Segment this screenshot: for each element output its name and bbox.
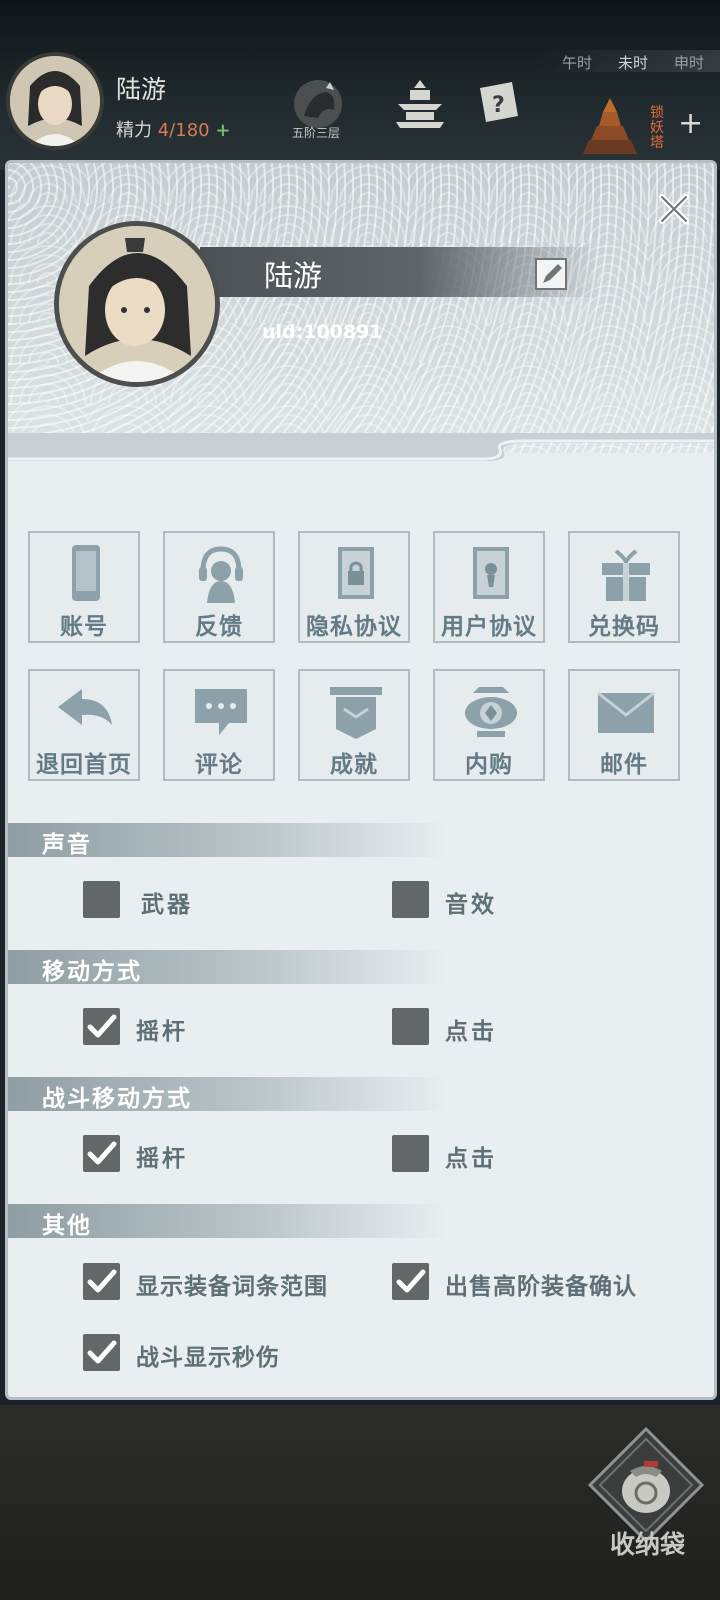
privacy-policy-button[interactable]: 隐私协议 <box>298 531 410 643</box>
checkmark-icon <box>87 1014 117 1038</box>
other-section-title: 其他 <box>42 1213 92 1239</box>
profile-name: 陆游 <box>264 259 323 293</box>
move-section-title: 移动方式 <box>42 959 142 985</box>
user-agreement-label: 用户协议 <box>441 614 537 640</box>
time-label-next: 申时 <box>674 54 705 72</box>
realm-label: 五阶三层 <box>292 126 341 140</box>
mail-button[interactable]: 邮件 <box>568 669 680 781</box>
achievement-button[interactable]: 成就 <box>298 669 410 781</box>
header-wave-divider <box>8 433 714 461</box>
sell-confirm-label: 出售高阶装备确认 <box>445 1274 637 1300</box>
tap-move-checkbox[interactable] <box>392 1008 429 1045</box>
checkmark-icon <box>87 1340 117 1364</box>
energy-add-button[interactable]: + <box>215 120 230 141</box>
comment-button[interactable]: 评论 <box>163 669 275 781</box>
time-label-noon: 午时 <box>562 54 593 72</box>
settings-panel: 陆游 uid:100891 账号 反馈 隐私协议 用户协议 兑换码 退回首页 评… <box>5 160 717 1400</box>
privacy-policy-label: 隐私协议 <box>306 614 402 640</box>
game-hud: 陆游 精力 4/180 + 五阶三层 ? 午时 未时 申时 锁妖塔 + <box>0 0 720 170</box>
character-portrait-icon <box>10 56 100 146</box>
close-icon[interactable] <box>656 191 692 227</box>
battle-move-section-title: 战斗移动方式 <box>42 1086 192 1112</box>
battle-tap-checkbox[interactable] <box>392 1135 429 1172</box>
show-affix-range-checkbox[interactable] <box>83 1263 120 1300</box>
edit-name-icon[interactable] <box>534 257 568 291</box>
tower-icon[interactable] <box>575 96 645 156</box>
scroll-icon[interactable]: ? <box>470 76 526 132</box>
checkmark-icon <box>396 1269 426 1293</box>
sell-confirm-checkbox[interactable] <box>392 1263 429 1300</box>
profile-avatar[interactable] <box>54 221 220 387</box>
player-avatar[interactable] <box>6 52 104 150</box>
energy-readout: 精力 4/180 + <box>116 116 230 142</box>
privacy-document-icon <box>338 547 374 599</box>
comment-label: 评论 <box>195 752 243 778</box>
joystick-move-label: 摇杆 <box>136 1019 188 1045</box>
checkmark-icon <box>87 1141 117 1165</box>
gift-icon <box>602 549 650 601</box>
svg-text:?: ? <box>492 93 505 118</box>
sound-effects-label: 音效 <box>445 892 497 918</box>
battle-joystick-checkbox[interactable] <box>83 1135 120 1172</box>
feedback-button[interactable]: 反馈 <box>163 531 275 643</box>
mail-icon <box>597 691 655 733</box>
storage-bag-label: 收纳袋 <box>610 1530 686 1559</box>
in-app-purchase-label: 内购 <box>465 752 513 778</box>
back-arrow-icon <box>58 689 112 725</box>
tower-label: 锁妖塔 <box>650 105 664 151</box>
redeem-code-label: 兑换码 <box>588 614 660 640</box>
weapon-sound-label: 武器 <box>141 892 193 918</box>
battle-joystick-label: 摇杆 <box>136 1146 188 1172</box>
weapon-sound-checkbox[interactable] <box>83 881 120 918</box>
in-app-purchase-button[interactable]: 内购 <box>433 669 545 781</box>
character-portrait-icon <box>59 226 215 382</box>
energy-label: 精力 <box>116 120 152 141</box>
player-name: 陆游 <box>116 75 167 104</box>
redeem-code-button[interactable]: 兑换码 <box>568 531 680 643</box>
achievement-icon <box>330 687 382 739</box>
return-home-button[interactable]: 退回首页 <box>28 669 140 781</box>
hud-add-button[interactable]: + <box>678 106 703 141</box>
account-label: 账号 <box>60 614 108 640</box>
account-button[interactable]: 账号 <box>28 531 140 643</box>
battle-dps-checkbox[interactable] <box>83 1334 120 1371</box>
tap-move-label: 点击 <box>445 1019 497 1045</box>
comment-icon <box>195 689 247 735</box>
shop-icon <box>465 687 517 737</box>
pavilion-icon[interactable] <box>392 76 448 132</box>
achievement-label: 成就 <box>330 752 378 778</box>
mail-label: 邮件 <box>600 752 648 778</box>
user-document-icon <box>473 547 509 599</box>
user-id: uid:100891 <box>262 321 383 343</box>
headset-icon <box>199 546 243 603</box>
sound-effects-checkbox[interactable] <box>392 881 429 918</box>
feedback-label: 反馈 <box>195 614 243 640</box>
battle-tap-label: 点击 <box>445 1146 497 1172</box>
return-home-label: 退回首页 <box>36 752 132 778</box>
checkmark-icon <box>87 1269 117 1293</box>
joystick-move-checkbox[interactable] <box>83 1008 120 1045</box>
show-affix-range-label: 显示装备词条范围 <box>136 1274 328 1300</box>
user-agreement-button[interactable]: 用户协议 <box>433 531 545 643</box>
battle-dps-label: 战斗显示秒伤 <box>136 1345 280 1371</box>
sound-section-title: 声音 <box>42 832 92 858</box>
phone-icon <box>72 545 100 601</box>
time-of-day-bar: 午时 未时 申时 <box>538 50 720 72</box>
time-label-current: 未时 <box>618 54 649 72</box>
energy-value: 4/180 <box>157 120 210 141</box>
